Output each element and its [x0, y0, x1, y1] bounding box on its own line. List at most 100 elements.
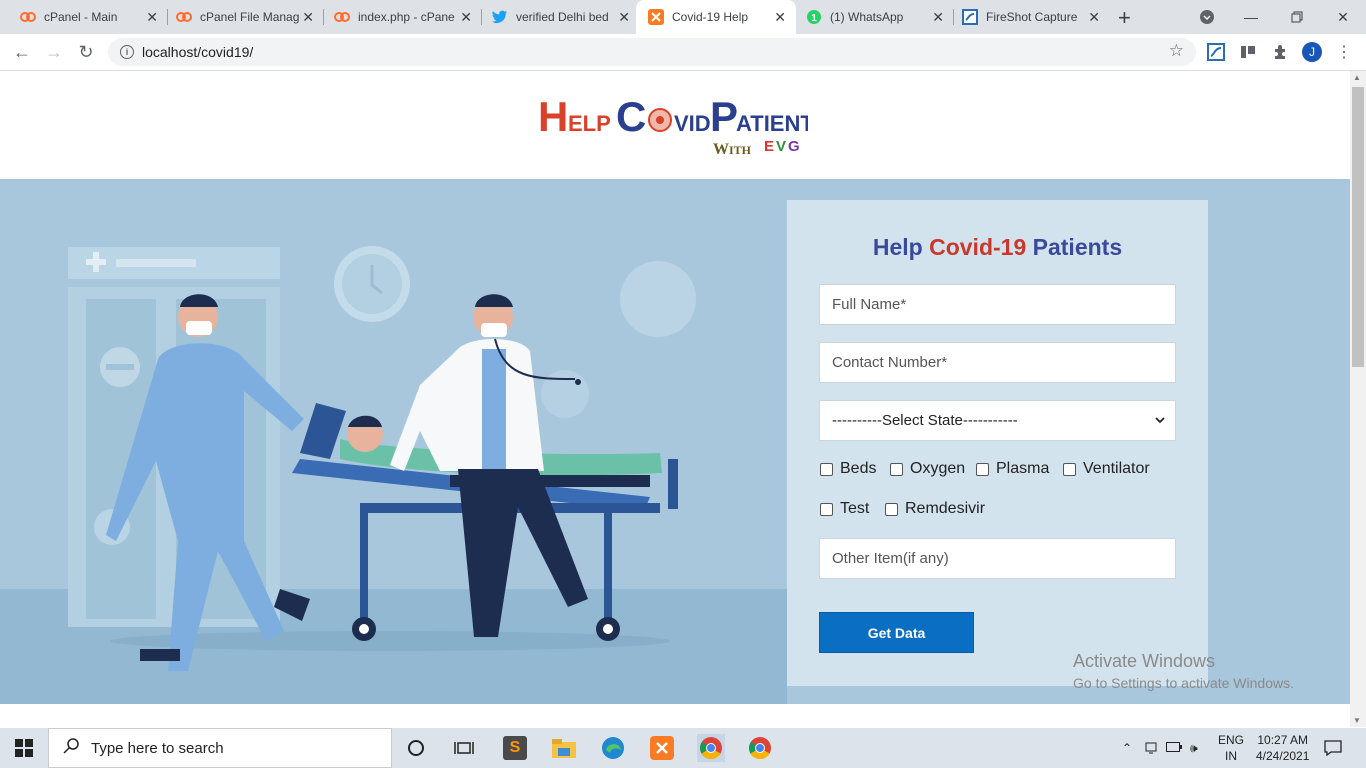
search-icon — [63, 737, 79, 759]
checkbox-label: Oxygen — [910, 460, 966, 477]
tab-fireshot[interactable]: FireShot Capture ✕ — [950, 0, 1110, 34]
scroll-up-arrow-icon[interactable]: ▲ — [1353, 73, 1361, 82]
clock[interactable]: 10:27 AM 4/24/2021 — [1256, 728, 1309, 768]
network-icon[interactable] — [1144, 740, 1158, 757]
twitter-icon — [492, 9, 508, 25]
browser-menu-icon[interactable]: ⋮ — [1334, 42, 1354, 62]
watermark-line1: Activate Windows — [1073, 651, 1216, 671]
windows-start-button[interactable] — [0, 728, 48, 768]
language-indicator[interactable]: ENG IN — [1218, 728, 1244, 768]
svg-text:P: P — [710, 93, 738, 140]
tab-title: cPanel - Main — [44, 10, 118, 24]
chrome-icon[interactable] — [697, 734, 725, 762]
site-logo[interactable]: H ELP C VID P ATIENT W ITH E V G — [538, 89, 814, 159]
tab-verified-delhi[interactable]: verified Delhi bed ✕ — [480, 0, 640, 34]
file-explorer-icon[interactable] — [550, 734, 578, 762]
activate-windows-watermark: Activate Windows Go to Settings to activ… — [1073, 651, 1294, 691]
tab-title: FireShot Capture — [986, 10, 1078, 24]
site-info-icon[interactable]: i — [120, 45, 134, 59]
svg-text:ITH: ITH — [729, 143, 752, 157]
page-scrollbar[interactable]: ▲ ▼ — [1350, 71, 1366, 727]
chrome-profile-icon[interactable] — [746, 734, 774, 762]
tab-index-php[interactable]: index.php - cPane ✕ — [322, 0, 482, 34]
tab-title: (1) WhatsApp — [830, 10, 904, 24]
fireshot-icon — [962, 9, 978, 25]
tab-whatsapp[interactable]: 1 (1) WhatsApp ✕ — [794, 0, 954, 34]
url-text[interactable]: localhost/covid19/ — [142, 44, 253, 60]
taskbar-search-placeholder: Type here to search — [91, 739, 224, 757]
bookmark-star-icon[interactable]: ☆ — [1169, 41, 1184, 61]
close-window-button[interactable]: ✕ — [1320, 0, 1366, 34]
close-tab-icon[interactable]: ✕ — [460, 9, 472, 26]
other-item-input[interactable]: Other Item(if any) — [819, 538, 1176, 579]
checkbox-plasma[interactable]: Plasma — [976, 460, 1049, 478]
checkbox-oxygen[interactable]: Oxygen — [890, 460, 965, 478]
checkbox-box[interactable] — [820, 462, 833, 476]
cortana-icon[interactable] — [402, 734, 430, 762]
new-tab-button[interactable]: + — [1118, 5, 1131, 31]
minimize-button[interactable]: — — [1228, 0, 1274, 34]
volume-icon[interactable]: 🕪 — [1190, 741, 1198, 756]
scrollbar-thumb[interactable] — [1352, 87, 1364, 367]
svg-text:E: E — [764, 138, 774, 155]
checkbox-box[interactable] — [885, 502, 898, 516]
checkbox-box[interactable] — [1063, 462, 1076, 476]
xampp-icon[interactable] — [648, 734, 676, 762]
contact-number-input[interactable]: Contact Number* — [819, 342, 1176, 383]
site-header: H ELP C VID P ATIENT W ITH E V G — [0, 71, 1350, 179]
state-select[interactable]: ----------Select State----------- — [819, 400, 1176, 441]
restore-button[interactable] — [1274, 0, 1320, 34]
get-data-button[interactable]: Get Data — [819, 612, 974, 653]
close-tab-icon[interactable]: ✕ — [1088, 9, 1100, 26]
notification-center-icon[interactable] — [1324, 728, 1342, 768]
svg-text:ATIENT: ATIENT — [736, 111, 808, 136]
sublime-text-icon[interactable]: S — [501, 734, 529, 762]
back-button[interactable]: ← — [10, 40, 34, 64]
whatsapp-icon: 1 — [806, 9, 822, 25]
svg-text:H: H — [538, 93, 568, 140]
tab-strip: cPanel - Main ✕ cPanel File Manag ✕ inde… — [0, 0, 1366, 34]
fireshot-extension-icon[interactable] — [1206, 42, 1226, 62]
windows-taskbar: Type here to search S ⌃ 🕪 ENG IN 10:27 A… — [0, 728, 1366, 768]
close-tab-icon[interactable]: ✕ — [302, 9, 314, 26]
checkbox-beds[interactable]: Beds — [820, 460, 876, 478]
extensions-puzzle-icon[interactable] — [1270, 42, 1290, 62]
tab-covid19-help[interactable]: Covid-19 Help ✕ — [636, 0, 796, 34]
hero-section: Help Covid-19 Patients Full Name* Contac… — [0, 179, 1350, 704]
full-name-input[interactable]: Full Name* — [819, 284, 1176, 325]
svg-text:C: C — [616, 93, 646, 140]
reading-list-icon[interactable] — [1238, 42, 1258, 62]
edge-browser-icon[interactable] — [599, 734, 627, 762]
chevron-up-icon[interactable]: ⌃ — [1122, 741, 1132, 755]
forward-button[interactable]: → — [42, 40, 66, 64]
checkbox-test[interactable]: Test — [820, 500, 869, 518]
tab-cpanel-main[interactable]: cPanel - Main ✕ — [8, 0, 168, 34]
close-tab-icon[interactable]: ✕ — [618, 9, 630, 26]
checkbox-ventilator[interactable]: Ventilator — [1063, 460, 1150, 478]
web-page: H ELP C VID P ATIENT W ITH E V G Help Co… — [0, 71, 1350, 727]
clock-time: 10:27 AM — [1257, 733, 1309, 747]
close-tab-icon[interactable]: ✕ — [146, 9, 158, 26]
checkbox-box[interactable] — [976, 462, 989, 476]
form-title: Help Covid-19 Patients — [787, 234, 1208, 261]
reload-button[interactable]: ↻ — [74, 40, 98, 64]
task-view-icon[interactable] — [450, 734, 478, 762]
profile-avatar[interactable]: J — [1302, 42, 1322, 62]
checkbox-box[interactable] — [890, 462, 903, 476]
battery-icon[interactable] — [1166, 741, 1183, 755]
close-tab-icon[interactable]: ✕ — [932, 9, 944, 26]
chevron-down-icon — [1155, 412, 1165, 429]
scroll-down-arrow-icon[interactable]: ▼ — [1353, 716, 1361, 725]
tab-cpanel-file-manager[interactable]: cPanel File Manag ✕ — [164, 0, 324, 34]
close-tab-icon[interactable]: ✕ — [774, 9, 786, 26]
taskbar-search-box[interactable]: Type here to search — [48, 728, 392, 768]
address-bar[interactable]: i localhost/covid19/ ☆ — [108, 38, 1196, 66]
checkbox-box[interactable] — [820, 502, 833, 516]
tab-search-button[interactable] — [1184, 0, 1230, 34]
form-title-suffix: Patients — [1026, 234, 1123, 260]
checkbox-remdesivir[interactable]: Remdesivir — [885, 500, 985, 518]
logo-help-tail: ELP — [568, 111, 611, 136]
checkbox-label: Remdesivir — [905, 500, 986, 517]
cpanel-icon — [176, 9, 192, 25]
checkbox-label: Ventilator — [1083, 460, 1150, 477]
